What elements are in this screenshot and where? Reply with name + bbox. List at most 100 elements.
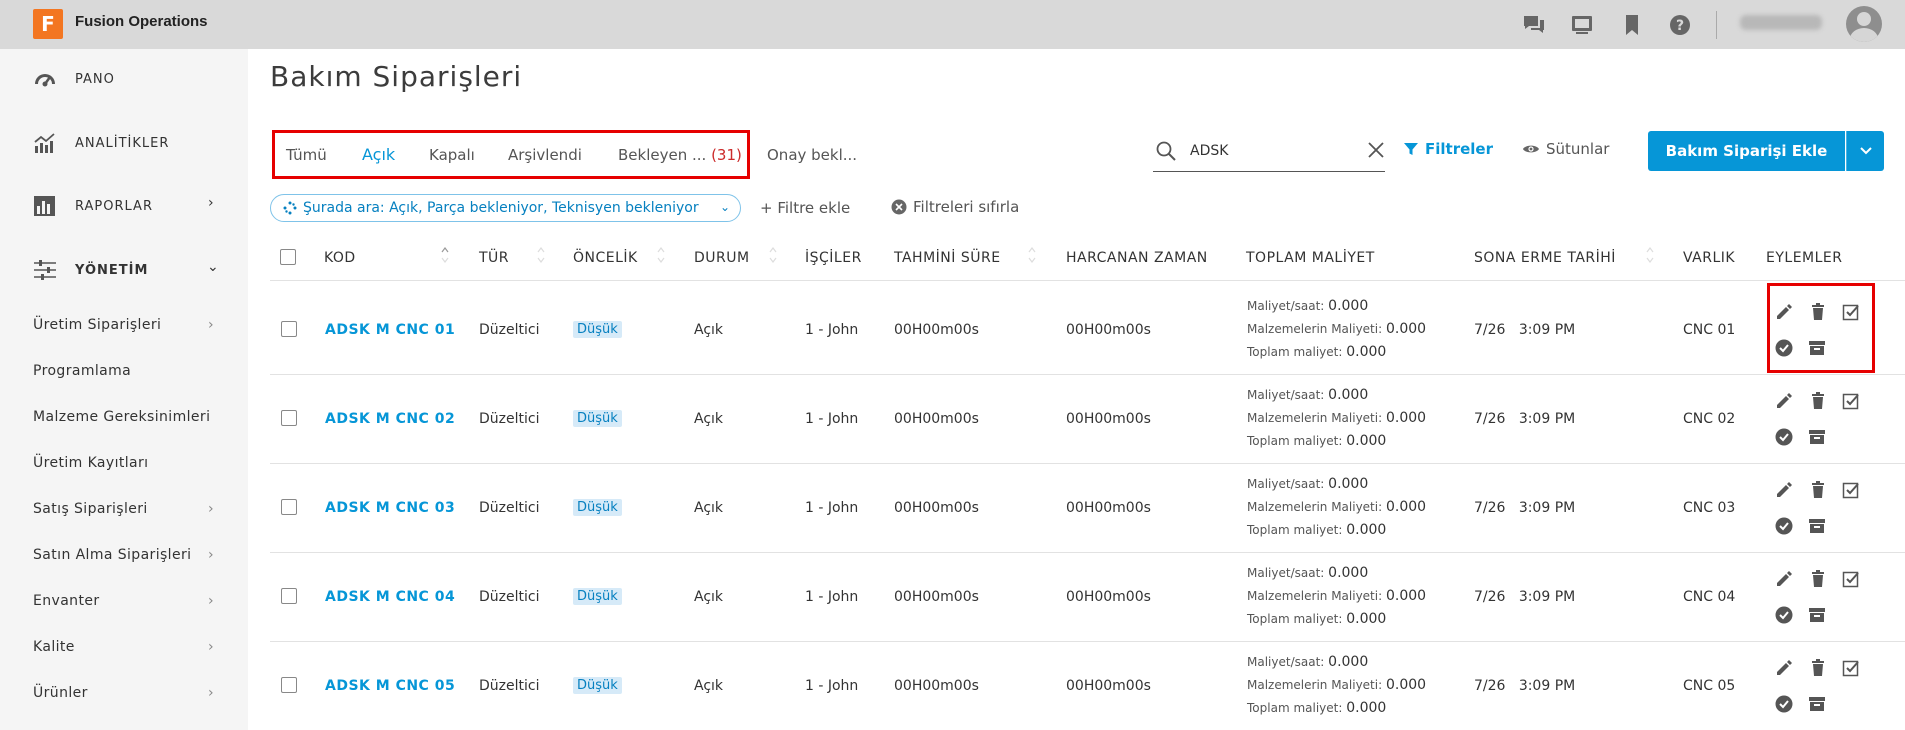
filters-button[interactable]: Filtreler [1403,140,1493,158]
order-code-link[interactable]: ADSK M CNC 02 [325,411,455,427]
delete-icon[interactable] [1808,658,1828,678]
column-header-asset[interactable]: VARLIK [1683,250,1735,266]
sort-icon[interactable] [1646,246,1654,264]
bookmark-icon[interactable] [1620,13,1644,37]
sidebar-item-analytics[interactable]: ANALİTİKLER [33,131,169,155]
column-header-status[interactable]: DURUM [694,250,750,266]
delete-icon[interactable] [1808,391,1828,411]
order-code-link[interactable]: ADSK M CNC 01 [325,322,455,338]
row-checkbox[interactable] [281,321,297,337]
app-title: Fusion Operations [75,13,208,30]
cost-per-hour: Maliyet/saat: 0.000 [1247,387,1368,403]
order-workers: 1 - John [805,411,859,427]
sidebar-sub-inventory[interactable]: Envanter [33,593,100,609]
app-logo[interactable]: F [33,9,63,39]
add-filter-button[interactable]: + Filtre ekle [760,199,850,217]
chevron-right-icon: › [208,593,214,609]
tab-awaiting-approval[interactable]: Onay bekl... [767,146,857,164]
checklist-icon[interactable] [1841,658,1861,678]
tab-open[interactable]: Açık [362,145,395,164]
order-code-link[interactable]: ADSK M CNC 03 [325,500,455,516]
complete-icon[interactable] [1774,516,1794,536]
archive-icon[interactable] [1807,605,1827,625]
checklist-icon[interactable] [1841,480,1861,500]
sidebar-sub-production-logs[interactable]: Üretim Kayıtları [33,455,148,471]
total-cost-value: 0.000 [1346,611,1387,627]
due-date-time: 3:09 PM [1518,589,1576,605]
user-name[interactable] [1740,15,1822,30]
archive-icon[interactable] [1807,516,1827,536]
archive-icon[interactable] [1807,694,1827,714]
tab-all[interactable]: Tümü [286,146,327,164]
edit-icon[interactable] [1774,480,1794,500]
cost-per-hour: Maliyet/saat: 0.000 [1247,298,1368,314]
sort-icon[interactable] [769,246,777,264]
sidebar-item-reports[interactable]: RAPORLAR [33,194,153,218]
sidebar-sub-products[interactable]: Ürünler [33,685,88,701]
archive-icon[interactable] [1807,427,1827,447]
total-cost-label: Toplam maliyet: [1247,612,1343,626]
column-header-priority[interactable]: ÖNCELİK [573,250,638,266]
status-filter-chip[interactable]: Şurada ara: Açık, Parça bekleniyor, Tekn… [270,194,741,222]
help-icon[interactable]: ? [1668,13,1692,37]
avatar[interactable] [1846,6,1882,42]
edit-icon[interactable] [1774,391,1794,411]
column-header-due-date[interactable]: SONA ERME TARİHİ [1474,250,1616,266]
reset-filters-button[interactable]: Filtreleri sıfırla [891,198,1019,216]
edit-icon[interactable] [1774,658,1794,678]
sidebar-sub-quality[interactable]: Kalite [33,639,75,655]
order-type: Düzeltici [479,589,540,605]
tab-pending[interactable]: Bekleyen ... (31) [618,146,742,164]
add-maintenance-order-button[interactable]: Bakım Siparişi Ekle [1648,131,1845,171]
row-checkbox[interactable] [281,677,297,693]
sort-icon[interactable] [1028,246,1036,264]
sidebar-item-label: PANO [75,71,115,87]
sort-icon[interactable] [537,246,545,264]
edit-icon[interactable] [1774,569,1794,589]
sidebar-sub-purchase-orders[interactable]: Satın Alma Siparişleri [33,547,191,563]
sidebar-item-label: ANALİTİKLER [75,135,170,151]
sort-icon[interactable] [657,246,665,264]
complete-icon[interactable] [1774,427,1794,447]
order-code-link[interactable]: ADSK M CNC 04 [325,589,455,605]
column-header-time-spent[interactable]: HARCANAN ZAMAN [1066,250,1208,266]
priority-badge: Düşük [573,321,622,338]
order-workers: 1 - John [805,678,859,694]
cost-per-hour-label: Maliyet/saat: [1247,388,1325,402]
column-header-total-cost[interactable]: TOPLAM MALİYET [1246,250,1375,266]
column-header-workers[interactable]: İŞÇİLER [805,250,862,266]
tab-archived[interactable]: Arşivlendi [508,146,582,164]
order-code-link[interactable]: ADSK M CNC 05 [325,678,455,694]
columns-button[interactable]: Sütunlar [1522,140,1609,158]
select-all-checkbox[interactable] [280,249,296,265]
delete-icon[interactable] [1808,569,1828,589]
estimated-time: 00H00m00s [894,322,979,338]
complete-icon[interactable] [1774,694,1794,714]
close-icon[interactable] [1366,140,1386,160]
tab-closed[interactable]: Kapalı [429,146,475,164]
sidebar-sub-scheduling[interactable]: Programlama [33,363,131,379]
delete-icon[interactable] [1808,480,1828,500]
sidebar-item-pano[interactable]: PANO [33,67,115,91]
column-header-estimated-time[interactable]: TAHMİNİ SÜRE [894,250,1001,266]
sidebar-sub-sales-orders[interactable]: Satış Siparişleri [33,501,148,517]
add-options-dropdown[interactable] [1846,131,1884,171]
monitor-icon[interactable] [1570,13,1594,37]
sort-icon[interactable] [441,246,449,264]
row-checkbox[interactable] [281,410,297,426]
column-header-code[interactable]: KOD [324,250,356,266]
row-checkbox[interactable] [281,588,297,604]
chat-icon[interactable] [1522,13,1546,37]
checklist-icon[interactable] [1841,569,1861,589]
sidebar-sub-production-orders[interactable]: Üretim Siparişleri [33,317,161,333]
cost-per-hour-value: 0.000 [1328,476,1369,492]
materials-cost-value: 0.000 [1385,499,1427,515]
column-header-type[interactable]: TÜR [479,250,509,266]
sidebar-sub-material-requirements[interactable]: Malzeme Gereksinimleri [33,409,210,425]
row-checkbox[interactable] [281,499,297,515]
search-input[interactable] [1190,140,1340,162]
sidebar-item-management[interactable]: YÖNETİM [33,258,148,282]
materials-cost: Malzemelerin Maliyeti: 0.000 [1247,410,1426,426]
checklist-icon[interactable] [1841,391,1861,411]
complete-icon[interactable] [1774,605,1794,625]
